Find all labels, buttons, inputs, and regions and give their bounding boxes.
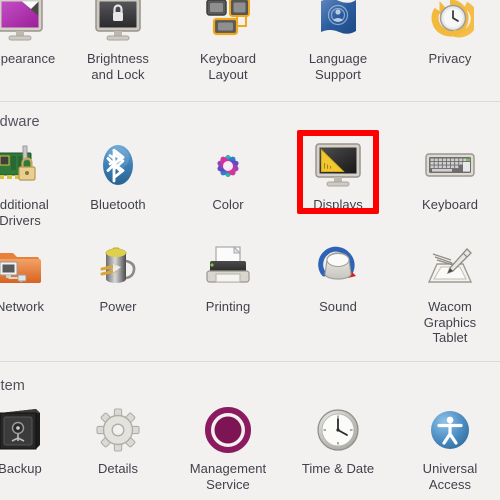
settings-item-color[interactable]: Color (176, 140, 280, 213)
settings-row-hardware-2: Network Power Printing Sound Wacom Graph… (0, 242, 500, 352)
sound-speaker-icon (312, 242, 364, 294)
system-settings-window: Appearance Brightness and Lock (0, 0, 500, 500)
displays-monitor-icon (312, 140, 364, 192)
settings-item-displays[interactable]: Displays (286, 140, 390, 213)
settings-item-label: Wacom Graphics Tablet (423, 299, 477, 345)
section-divider-hardware (0, 101, 500, 102)
power-battery-icon (92, 242, 144, 294)
section-title-system: System (0, 378, 25, 394)
settings-item-language-support[interactable]: Language Support (286, 0, 390, 82)
settings-item-backup[interactable]: Backup (0, 404, 72, 477)
settings-item-time-date[interactable]: Time & Date (286, 404, 390, 477)
settings-item-label: Network (0, 299, 45, 314)
language-support-flag-icon (312, 0, 364, 46)
settings-item-label: Details (97, 461, 139, 476)
settings-item-bluetooth[interactable]: Bluetooth (66, 140, 170, 213)
settings-item-label: Additional Drivers (0, 197, 49, 228)
settings-item-label: Management Service (189, 461, 267, 492)
settings-item-label: Color (212, 197, 244, 212)
keyboard-icon (424, 140, 476, 192)
settings-item-keyboard-layout[interactable]: Keyboard Layout (176, 0, 280, 82)
settings-row-system: Backup Details Management Service Time &… (0, 404, 500, 500)
settings-item-management-service[interactable]: Management Service (176, 404, 280, 492)
settings-item-label: Keyboard (421, 197, 479, 212)
settings-item-network[interactable]: Network (0, 242, 72, 315)
settings-item-label: Keyboard Layout (199, 51, 257, 82)
bluetooth-icon (92, 140, 144, 192)
settings-row-personal: Appearance Brightness and Lock (0, 0, 500, 104)
section-divider-system (0, 361, 500, 362)
settings-item-keyboard[interactable]: Keyboard (398, 140, 500, 213)
settings-item-brightness-lock[interactable]: Brightness and Lock (66, 0, 170, 82)
settings-row-hardware-1: Additional Drivers Bluetooth (0, 140, 500, 250)
settings-item-sound[interactable]: Sound (286, 242, 390, 315)
settings-item-label: Language Support (308, 51, 368, 82)
network-folder-icon (0, 242, 46, 294)
settings-item-details[interactable]: Details (66, 404, 170, 477)
settings-item-label: Backup (0, 461, 42, 476)
clock-icon (312, 404, 364, 456)
universal-access-icon (424, 404, 476, 456)
additional-drivers-card-icon (0, 140, 46, 192)
management-service-ring-icon (202, 404, 254, 456)
section-title-hardware: Hardware (0, 114, 40, 130)
backup-safe-icon (0, 404, 46, 456)
settings-item-label: Printing (205, 299, 251, 314)
settings-item-label: Power (99, 299, 137, 314)
settings-item-privacy[interactable]: Privacy (398, 0, 500, 67)
settings-item-printing[interactable]: Printing (176, 242, 280, 315)
details-gear-icon (92, 404, 144, 456)
wacom-tablet-icon (424, 242, 476, 294)
settings-item-label: Brightness and Lock (87, 51, 149, 82)
privacy-history-icon (424, 0, 476, 46)
settings-item-wacom[interactable]: Wacom Graphics Tablet (398, 242, 500, 346)
printer-icon (202, 242, 254, 294)
settings-item-power[interactable]: Power (66, 242, 170, 315)
appearance-monitor-icon (0, 0, 46, 46)
color-wheel-icon (202, 140, 254, 192)
settings-item-label: Displays (313, 197, 363, 212)
settings-item-label: Sound (319, 299, 357, 314)
settings-item-label: Bluetooth (90, 197, 146, 212)
keyboard-layout-icon (202, 0, 254, 46)
settings-item-label: Universal Access (422, 461, 478, 492)
brightness-lock-icon (92, 0, 144, 46)
settings-item-universal-access[interactable]: Universal Access (398, 404, 500, 492)
settings-item-additional-drivers[interactable]: Additional Drivers (0, 140, 72, 228)
settings-item-label: Time & Date (301, 461, 375, 476)
settings-item-label: Privacy (428, 51, 472, 66)
settings-item-appearance[interactable]: Appearance (0, 0, 72, 67)
settings-item-label: Appearance (0, 51, 56, 66)
